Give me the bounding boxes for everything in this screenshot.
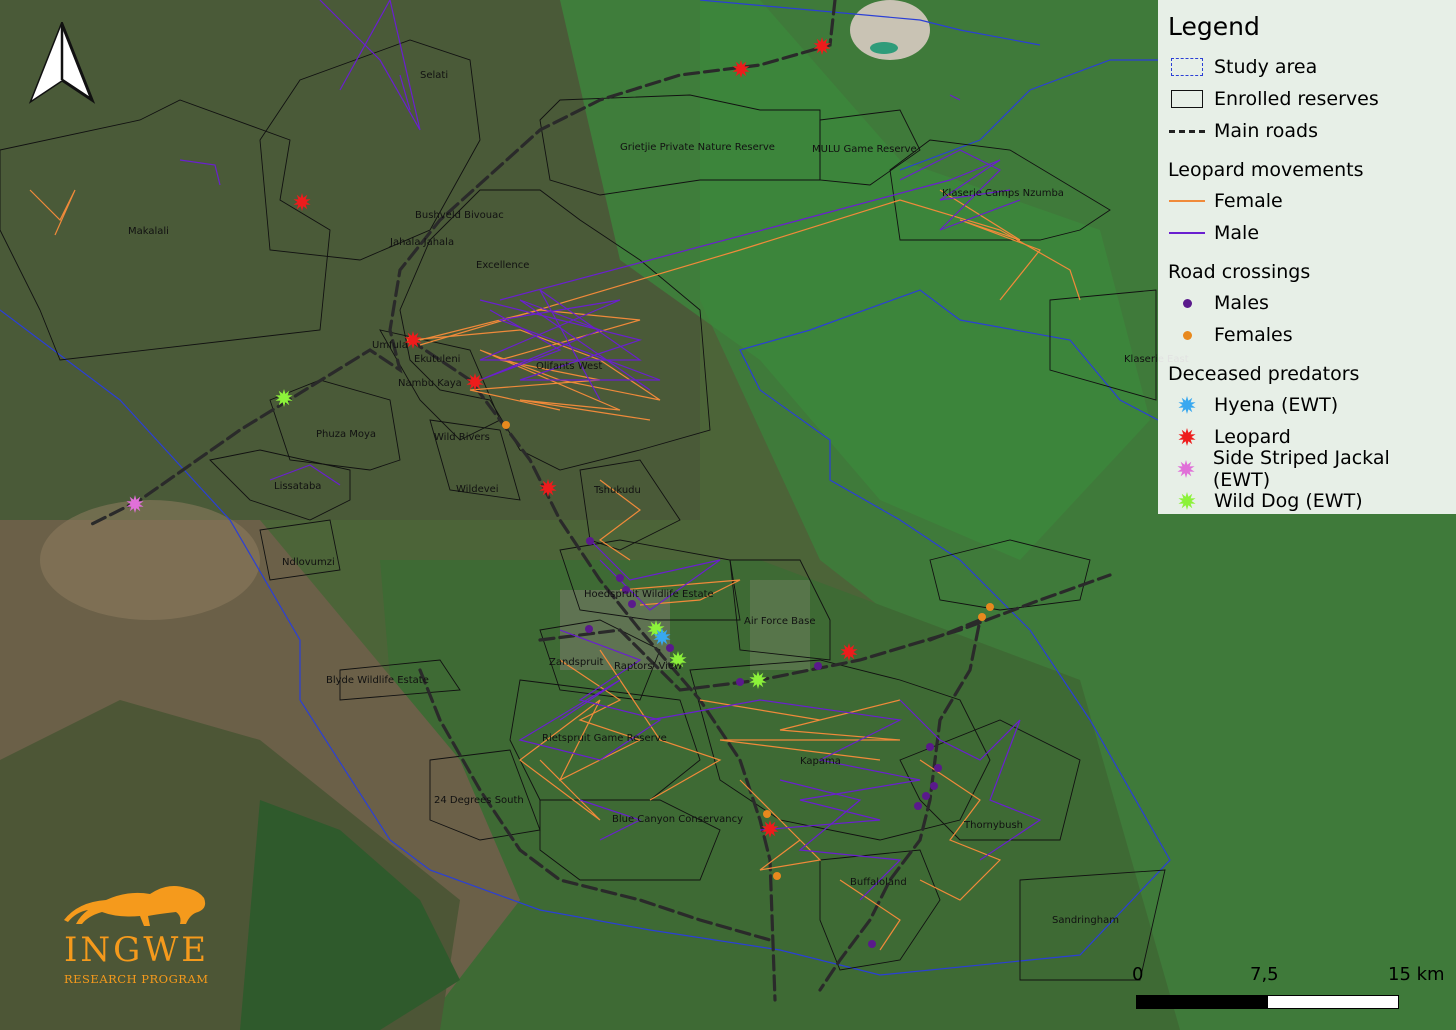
scale-segment-white <box>1267 995 1399 1009</box>
legend-females-label: Females <box>1214 324 1293 346</box>
leopard-star-icon <box>1178 428 1196 446</box>
place-klaserie: Klaserie Camps Nzumba <box>942 188 1064 199</box>
place-ndlovumzi: Ndlovumzi <box>282 557 335 568</box>
legend-males-label: Males <box>1214 292 1269 314</box>
scale-segment-black <box>1136 995 1268 1009</box>
legend-roads-label: Main roads <box>1214 120 1319 142</box>
place-raptors: Raptors' View <box>614 661 682 672</box>
place-umfula: Umfula <box>372 340 408 351</box>
female-line-swatch <box>1169 200 1205 202</box>
legend-jackal-label: Side Striped Jackal (EWT) <box>1212 447 1390 491</box>
place-wildevei: Wildevei <box>456 484 499 495</box>
place-kapama: Kapama <box>800 756 841 767</box>
place-degrees: 24 Degrees South <box>434 795 524 806</box>
place-tshukudu: Tshukudu <box>593 485 641 496</box>
legend-study-area: Study area <box>1168 51 1446 83</box>
legend-females-crossing: Females <box>1168 319 1446 351</box>
place-ekutuleni: Ekutuleni <box>414 354 460 365</box>
scale-label-mid: 7,5 <box>1250 964 1279 985</box>
place-mulu: MULU Game Reserve <box>812 144 917 155</box>
legend-leopard-label: Leopard <box>1214 426 1291 448</box>
legend-males-crossing: Males <box>1168 287 1446 319</box>
legend-hyena: Hyena (EWT) <box>1168 389 1446 421</box>
place-olifants: Olifants West <box>536 361 602 372</box>
study-area-swatch <box>1171 58 1203 76</box>
jackal-star-icon <box>1177 460 1195 478</box>
scale-bar: 0 7,5 15 km <box>1132 960 1454 1016</box>
place-wild-rivers: Wild Rivers <box>434 432 490 443</box>
legend-section-deceased: Deceased predators <box>1168 363 1360 385</box>
place-nambu: Nambu Kaya <box>398 378 462 389</box>
place-selati: Selati <box>420 70 448 81</box>
place-jahala: Jahala Jahala <box>389 237 454 248</box>
scale-label-end: 15 km <box>1388 964 1445 985</box>
female-dot-icon <box>1182 330 1192 340</box>
male-dot-icon <box>1182 298 1192 308</box>
legend-enrolled-reserves: Enrolled reserves <box>1168 83 1446 115</box>
place-rietspruit: Rietspruit Game Reserve <box>542 733 667 744</box>
reserve-swatch <box>1171 90 1203 108</box>
scale-label-zero: 0 <box>1132 964 1144 985</box>
ingwe-logo: INGWE RESEARCH PROGRAM <box>58 872 218 992</box>
place-phuza: Phuza Moya <box>316 429 376 440</box>
legend-hyena-label: Hyena (EWT) <box>1214 394 1339 416</box>
legend-wild-dog-label: Wild Dog (EWT) <box>1214 490 1363 512</box>
place-excellence: Excellence <box>476 260 529 271</box>
hyena-star-icon <box>1178 396 1196 414</box>
legend-male-label: Male <box>1214 222 1260 244</box>
map-legend: Legend Study area Enrolled reserves Main… <box>1158 0 1456 514</box>
road-swatch <box>1169 129 1205 133</box>
legend-female: Female <box>1168 185 1446 217</box>
place-zandspruit: Zandspruit <box>549 657 603 668</box>
logo-name: INGWE <box>64 930 210 970</box>
leopard-silhouette-icon <box>64 886 206 926</box>
male-line-swatch <box>1169 232 1205 234</box>
wild-dog-star-icon <box>1178 492 1196 510</box>
place-buffaloland: Buffaloland <box>850 877 907 888</box>
legend-female-label: Female <box>1214 190 1283 212</box>
place-air-force: Air Force Base <box>744 616 816 627</box>
place-lissataba: Lissataba <box>274 481 321 492</box>
legend-male: Male <box>1168 217 1446 249</box>
legend-reserves-label: Enrolled reserves <box>1214 88 1379 110</box>
place-grietjie: Grietjie Private Nature Reserve <box>620 142 775 153</box>
terrain-bare-patch <box>40 500 260 620</box>
legend-main-roads: Main roads <box>1168 115 1446 147</box>
legend-section-crossings: Road crossings <box>1168 261 1311 283</box>
place-makalali: Makalali <box>128 226 169 237</box>
place-thornybush: Thornybush <box>963 820 1023 831</box>
legend-study-area-label: Study area <box>1214 56 1318 78</box>
place-hoedspruit: Hoedspruit Wildlife Estate <box>584 589 714 600</box>
place-bushveld: Bushveld Bivouac <box>415 210 504 221</box>
place-blyde: Blyde Wildlife Estate <box>326 675 429 686</box>
legend-jackal: Side Striped Jackal (EWT) <box>1168 447 1446 491</box>
legend-title: Legend <box>1168 12 1260 41</box>
north-arrow-icon <box>28 22 96 104</box>
logo-subtitle: RESEARCH PROGRAM <box>64 972 209 986</box>
mine-pond <box>870 42 898 54</box>
place-blue-canyon: Blue Canyon Conservancy <box>612 814 743 825</box>
place-sandringham: Sandringham <box>1052 915 1119 926</box>
legend-section-movements: Leopard movements <box>1168 159 1364 181</box>
